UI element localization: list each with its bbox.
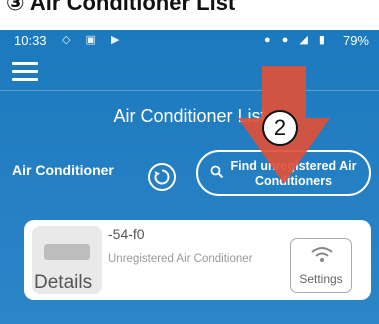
app-screen: 10:33 ◇ ▣ ▶ ● ● ◢ ▮ 79% Air Conditioner …: [0, 30, 379, 324]
settings-button[interactable]: Settings: [290, 238, 352, 293]
air-conditioner-icon: [44, 244, 90, 260]
signal-icons: ● ● ◢ ▮: [264, 34, 329, 46]
caption-text: ③ Air Conditioner List: [6, 0, 236, 15]
refresh-button[interactable]: [148, 163, 176, 191]
refresh-icon: [154, 169, 170, 185]
wifi-icon: [311, 247, 333, 262]
section-label: Air Conditioner: [12, 162, 114, 178]
device-status: Unregistered Air Conditioner: [108, 253, 253, 265]
settings-label: Settings: [299, 272, 343, 286]
device-card[interactable]: Details -54-f0 Unregistered Air Conditio…: [24, 220, 371, 300]
status-time: 10:33: [14, 33, 47, 48]
details-button[interactable]: Details: [32, 226, 102, 294]
battery-percent: 79%: [342, 33, 369, 48]
step-number-badge: 2: [262, 110, 298, 146]
device-name: -54-f0: [108, 226, 145, 242]
instruction-caption: ③ Air Conditioner List: [0, 0, 379, 30]
search-icon: [210, 165, 224, 179]
menu-icon[interactable]: [12, 62, 38, 82]
notification-icons: ◇ ▣ ▶: [62, 34, 126, 46]
details-label: Details: [34, 272, 93, 293]
status-bar: 10:33 ◇ ▣ ▶ ● ● ◢ ▮ 79%: [0, 30, 379, 52]
